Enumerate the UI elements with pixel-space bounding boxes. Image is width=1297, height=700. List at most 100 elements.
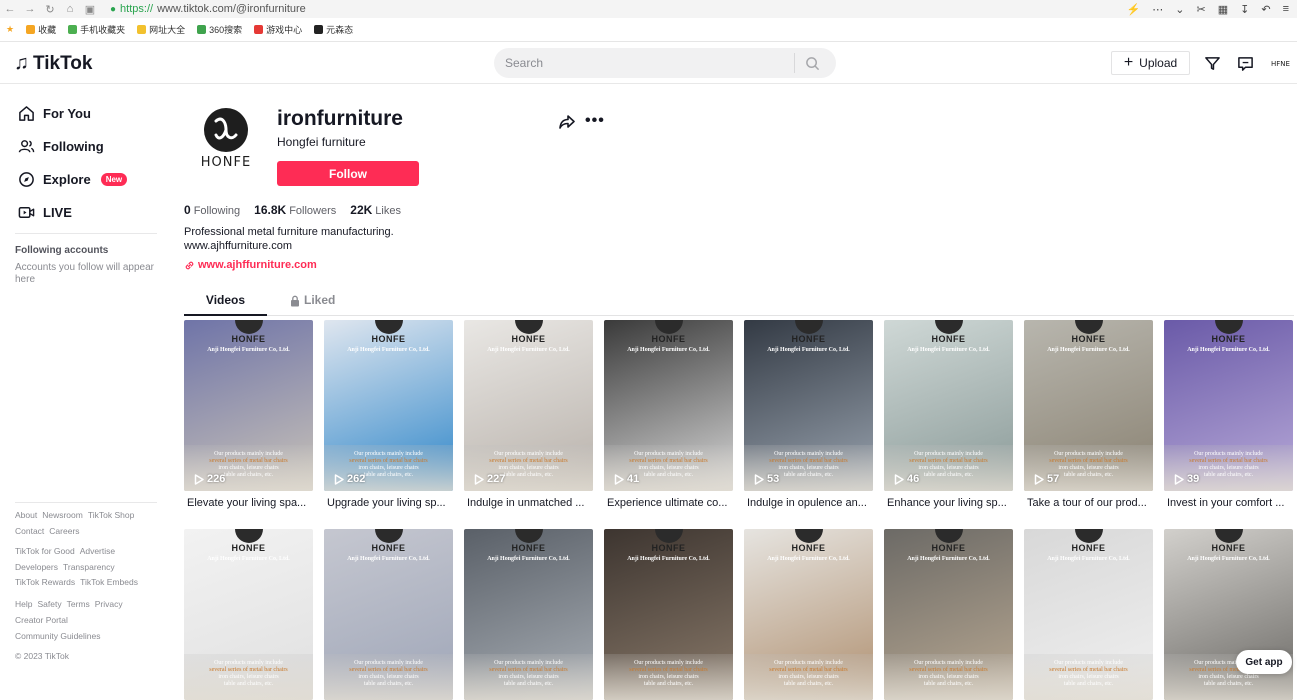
footer-link[interactable]: Help (15, 599, 32, 609)
forward-icon[interactable]: → (20, 3, 40, 15)
video-title[interactable]: Upgrade your living sp... (324, 497, 448, 509)
footer-link[interactable]: Creator Portal (15, 615, 68, 625)
bookmark-item[interactable]: 网址大全 (137, 23, 185, 36)
video-thumbnail[interactable]: HONFE Anji Hongfei Furniture Co, Ltd. Our … (184, 529, 313, 700)
address-bar[interactable]: ● https://www.tiktok.com/@ironfurniture (110, 3, 306, 15)
stat-following[interactable]: 0 Following (184, 203, 240, 217)
footer-link[interactable]: Contact (15, 526, 44, 536)
video-card[interactable]: HONFE Anji Hongfei Furniture Co, Ltd. Our … (884, 529, 1013, 700)
video-card[interactable]: HONFE Anji Hongfei Furniture Co, Ltd. Our … (464, 320, 593, 509)
bookmark-item[interactable]: 游戏中心 (254, 23, 302, 36)
video-card[interactable]: HONFE Anji Hongfei Furniture Co, Ltd. Our … (744, 320, 873, 509)
profile-avatar-icon[interactable]: HFNE (1271, 54, 1293, 72)
video-card[interactable]: HONFE Anji Hongfei Furniture Co, Ltd. Our … (744, 529, 873, 700)
video-card[interactable]: HONFE Anji Hongfei Furniture Co, Ltd. Our … (184, 529, 313, 700)
video-card[interactable]: HONFE Anji Hongfei Furniture Co, Ltd. Our … (324, 529, 453, 700)
video-thumbnail[interactable]: HONFE Anji Hongfei Furniture Co, Ltd. Our … (1024, 320, 1153, 491)
video-thumbnail[interactable]: HONFE Anji Hongfei Furniture Co, Ltd. Our … (884, 320, 1013, 491)
video-thumbnail[interactable]: HONFE Anji Hongfei Furniture Co, Ltd. Our … (184, 320, 313, 491)
footer-link[interactable]: Terms (67, 599, 90, 609)
footer-link[interactable]: Newsroom (42, 510, 83, 520)
video-thumbnail[interactable]: HONFE Anji Hongfei Furniture Co, Ltd. Our … (324, 320, 453, 491)
video-title[interactable]: Elevate your living spa... (184, 497, 308, 509)
footer-link[interactable]: Community Guidelines (15, 631, 101, 641)
video-thumbnail[interactable]: HONFE Anji Hongfei Furniture Co, Ltd. Our … (464, 529, 593, 700)
more-options-icon[interactable]: ••• (585, 112, 605, 130)
video-card[interactable]: HONFE Anji Hongfei Furniture Co, Ltd. Our … (604, 320, 733, 509)
footer-link[interactable]: Transparency (63, 562, 115, 572)
grid-icon[interactable]: ▦ (1218, 3, 1228, 16)
share-icon[interactable] (558, 114, 576, 130)
lightning-icon[interactable]: ⚡ (1127, 3, 1141, 16)
video-title[interactable]: Indulge in opulence an... (744, 497, 868, 509)
footer-link[interactable]: About (15, 510, 37, 520)
bookmark-item[interactable]: 360搜索 (197, 23, 242, 36)
bookmark-item[interactable]: 收藏 (26, 23, 56, 36)
footer-link[interactable]: TikTok Embeds (80, 577, 138, 587)
overlay-line: iron chairs, leisure chairs (638, 465, 699, 471)
footer-link[interactable]: TikTok for Good (15, 546, 75, 556)
scissors-icon[interactable]: ✂ (1197, 3, 1206, 16)
video-thumbnail[interactable]: HONFE Anji Hongfei Furniture Co, Ltd. Our … (744, 529, 873, 700)
follow-button[interactable]: Follow (277, 161, 419, 186)
menu-icon[interactable]: ≡ (1283, 3, 1289, 15)
video-thumbnail[interactable]: HONFE Anji Hongfei Furniture Co, Ltd. Our … (1164, 529, 1293, 700)
video-thumbnail[interactable]: HONFE Anji Hongfei Furniture Co, Ltd. Our … (464, 320, 593, 491)
video-card[interactable]: HONFE Anji Hongfei Furniture Co, Ltd. Our … (1164, 529, 1293, 700)
back-icon[interactable]: ← (0, 3, 20, 15)
extension-icon[interactable]: ▣ (80, 3, 100, 16)
footer-link[interactable]: Privacy (95, 599, 123, 609)
video-title[interactable]: Indulge in unmatched ... (464, 497, 588, 509)
footer-link[interactable]: Safety (37, 599, 61, 609)
video-card[interactable]: HONFE Anji Hongfei Furniture Co, Ltd. Our … (1024, 320, 1153, 509)
get-app-button[interactable]: Get app (1236, 650, 1292, 674)
avatar[interactable]: HONFE (196, 104, 256, 174)
video-card[interactable]: HONFE Anji Hongfei Furniture Co, Ltd. Our … (604, 529, 733, 700)
video-card[interactable]: HONFE Anji Hongfei Furniture Co, Ltd. Our … (884, 320, 1013, 509)
video-thumbnail[interactable]: HONFE Anji Hongfei Furniture Co, Ltd. Our … (744, 320, 873, 491)
bookmark-item[interactable]: 手机收藏夹 (68, 23, 125, 36)
undo-icon[interactable]: ↶ (1261, 3, 1270, 16)
more-dots-icon[interactable]: ⋯ (1152, 3, 1163, 16)
stat-followers[interactable]: 16.8K Followers (254, 203, 336, 217)
inbox-icon[interactable] (1236, 54, 1254, 72)
footer-link[interactable]: TikTok Rewards (15, 577, 75, 587)
sidebar-item-explore[interactable]: Explore New (18, 171, 128, 188)
profile-link[interactable]: www.ajhffurniture.com (184, 259, 317, 271)
video-thumbnail[interactable]: HONFE Anji Hongfei Furniture Co, Ltd. Our … (604, 529, 733, 700)
video-thumbnail[interactable]: HONFE Anji Hongfei Furniture Co, Ltd. Our … (604, 320, 733, 491)
search-button[interactable] (795, 48, 830, 78)
video-thumbnail[interactable]: HONFE Anji Hongfei Furniture Co, Ltd. Our … (324, 529, 453, 700)
video-title[interactable]: Enhance your living sp... (884, 497, 1008, 509)
footer-link[interactable]: Developers (15, 562, 58, 572)
video-title[interactable]: Take a tour of our prod... (1024, 497, 1148, 509)
bookmark-item[interactable]: 元森态 (314, 23, 353, 36)
sidebar-item-for-you[interactable]: For You (18, 105, 91, 122)
footer-link[interactable]: Advertise (80, 546, 115, 556)
reload-icon[interactable]: ↻ (40, 3, 60, 16)
video-title[interactable]: Invest in your comfort ... (1164, 497, 1288, 509)
download-icon[interactable]: ↧ (1240, 3, 1249, 16)
video-card[interactable]: HONFE Anji Hongfei Furniture Co, Ltd. Our … (324, 320, 453, 509)
tiktok-logo[interactable]: ♫ TikTok (14, 52, 92, 75)
video-thumbnail[interactable]: HONFE Anji Hongfei Furniture Co, Ltd. Our … (1024, 529, 1153, 700)
chevron-down-icon[interactable]: ⌄ (1175, 3, 1184, 16)
footer-link[interactable]: Careers (49, 526, 79, 536)
tab-liked[interactable]: Liked (290, 290, 335, 316)
footer-link[interactable]: TikTok Shop (88, 510, 134, 520)
video-title[interactable]: Experience ultimate co... (604, 497, 728, 509)
search-input[interactable] (494, 48, 794, 78)
messages-filter-icon[interactable] (1203, 54, 1221, 72)
logo-text: TikTok (33, 52, 93, 74)
tab-videos[interactable]: Videos (184, 290, 267, 316)
video-card[interactable]: HONFE Anji Hongfei Furniture Co, Ltd. Our … (1024, 529, 1153, 700)
video-card[interactable]: HONFE Anji Hongfei Furniture Co, Ltd. Our … (184, 320, 313, 509)
video-thumbnail[interactable]: HONFE Anji Hongfei Furniture Co, Ltd. Our … (1164, 320, 1293, 491)
home-browser-icon[interactable]: ⌂ (60, 3, 80, 15)
sidebar-item-live[interactable]: LIVE (18, 204, 72, 221)
video-thumbnail[interactable]: HONFE Anji Hongfei Furniture Co, Ltd. Our … (884, 529, 1013, 700)
video-card[interactable]: HONFE Anji Hongfei Furniture Co, Ltd. Our … (464, 529, 593, 700)
upload-button[interactable]: + Upload (1111, 51, 1190, 75)
video-card[interactable]: HONFE Anji Hongfei Furniture Co, Ltd. Our … (1164, 320, 1293, 509)
sidebar-item-following[interactable]: Following (18, 138, 104, 155)
